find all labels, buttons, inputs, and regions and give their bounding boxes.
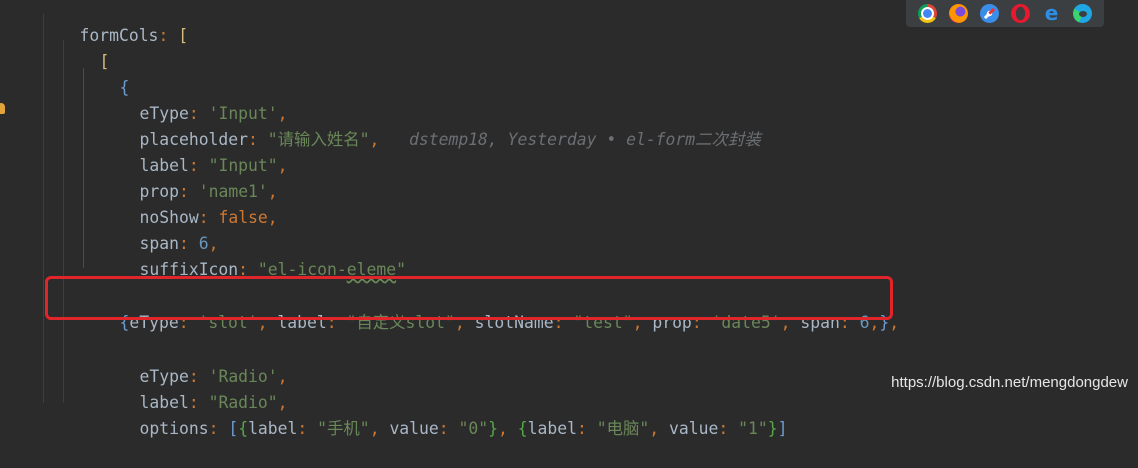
code-line[interactable]: span: 6,: [100, 205, 218, 253]
code-editor[interactable]: formCols: [ [ { eType: 'Input', placehol…: [0, 0, 1138, 438]
code-line[interactable]: {: [80, 49, 129, 97]
edge-icon[interactable]: [1073, 4, 1092, 23]
code-line[interactable]: formCols: [: [40, 0, 188, 45]
code-line[interactable]: label: "Input",: [100, 127, 287, 175]
code-token: "0": [458, 419, 489, 438]
code-token: false: [218, 208, 268, 227]
code-line[interactable]: },: [80, 257, 139, 271]
git-blame-annotation[interactable]: dstemp18, Yesterday • el-form二次封装: [409, 130, 761, 149]
chrome-icon[interactable]: [918, 4, 937, 23]
code-line[interactable]: suffixIcon: "el-icon-eleme": [100, 231, 405, 279]
code-line[interactable]: placeholder: "请输入姓名", dstemp18, Yesterda…: [100, 101, 760, 149]
code-line[interactable]: prop: 'name1',: [100, 153, 277, 201]
ie-icon[interactable]: e: [1042, 3, 1061, 23]
safari-icon[interactable]: [980, 4, 999, 23]
lightbulb-icon[interactable]: [0, 103, 5, 114]
firefox-icon[interactable]: [949, 4, 968, 23]
code-line[interactable]: [: [60, 23, 109, 71]
code-token: :: [208, 419, 219, 438]
code-token: "电脑": [596, 419, 650, 438]
code-token: options: [139, 419, 209, 438]
code-token: "手机": [317, 419, 370, 438]
code-token: [: [178, 26, 189, 45]
code-token: ,: [277, 156, 288, 175]
browser-preview-bar: e: [906, 0, 1104, 27]
code-line[interactable]: eType: 'Input',: [100, 75, 287, 123]
code-token: ,: [267, 208, 278, 227]
code-token: :: [158, 26, 169, 45]
opera-icon[interactable]: [1011, 4, 1030, 23]
code-line[interactable]: label: "Radio",: [100, 364, 287, 412]
code-line[interactable]: options: [{label: "手机", value: "0"}, {la…: [100, 390, 787, 438]
code-line[interactable]: eType: 'Radio',: [100, 338, 287, 386]
watermark: https://blog.csdn.net/mengdongdew: [891, 374, 1128, 391]
code-line[interactable]: {: [80, 320, 129, 332]
code-line[interactable]: noShow: false,: [100, 179, 277, 227]
code-token: ,: [369, 130, 380, 149]
code-token: "1": [738, 419, 768, 438]
annotation-highlight-box: [45, 276, 893, 320]
